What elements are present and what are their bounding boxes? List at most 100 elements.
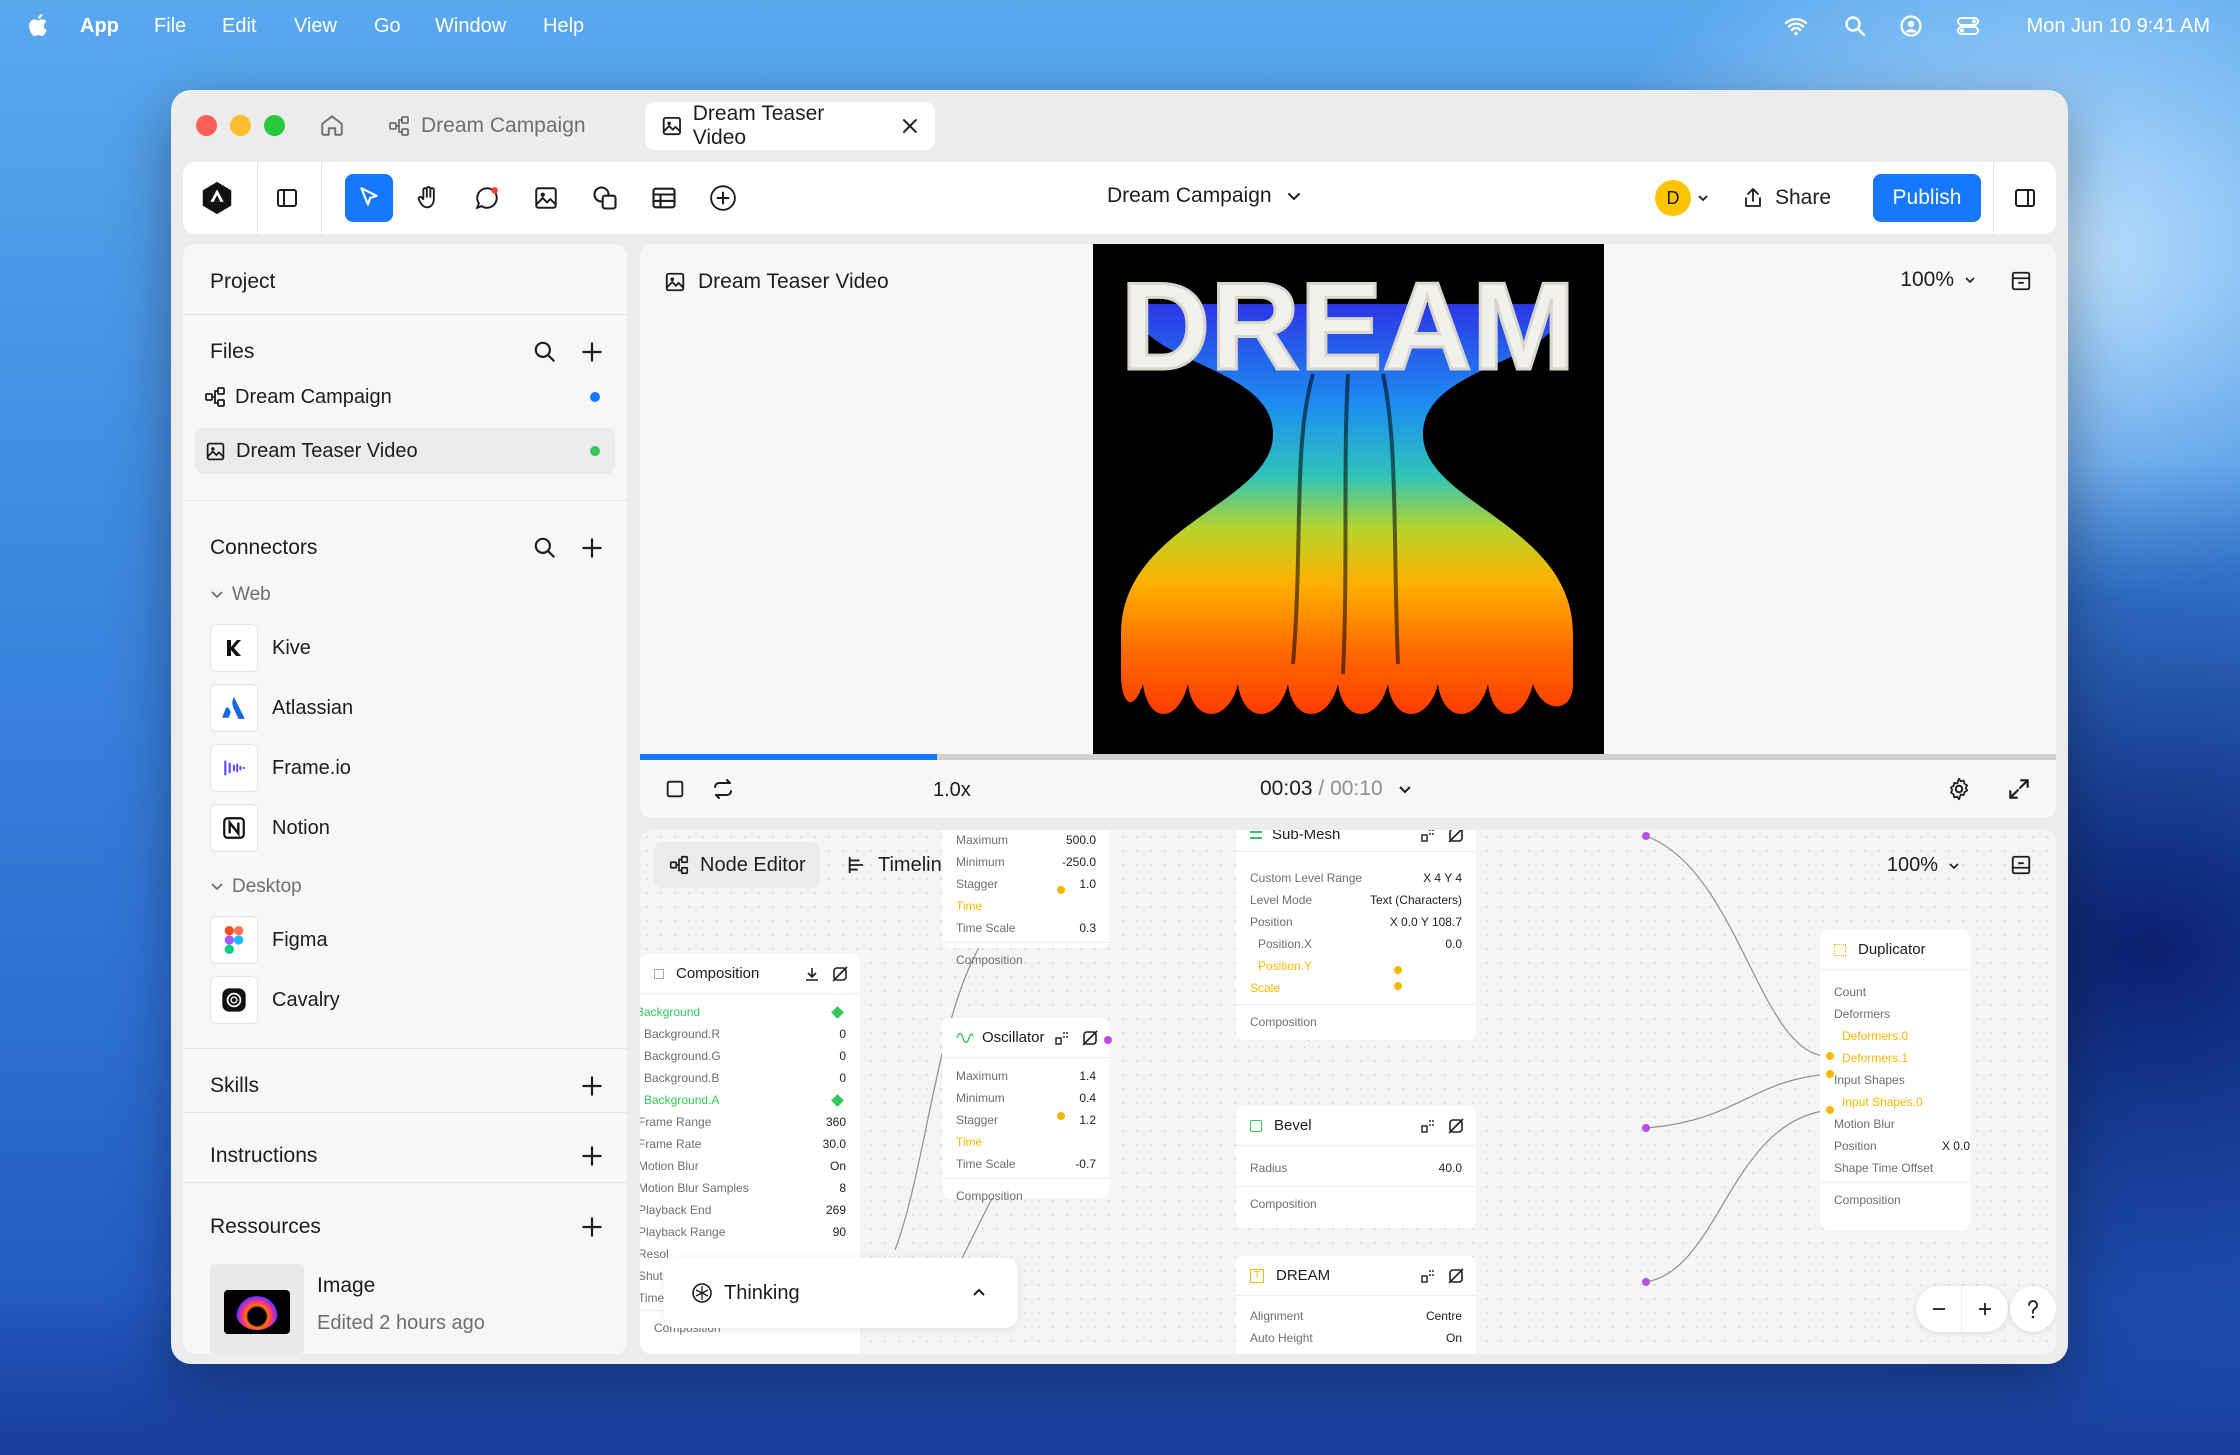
menu-help[interactable]: Help [543, 15, 584, 38]
keyframe-diamond[interactable] [831, 1093, 844, 1107]
param-value[interactable]: 360 [826, 1115, 846, 1129]
input-port[interactable] [1057, 886, 1065, 894]
stop-icon[interactable] [664, 778, 686, 800]
file-item-dream-campaign[interactable]: Dream Campaign [195, 374, 615, 420]
group-desktop[interactable]: Desktop [210, 876, 302, 898]
keyframe-diamond[interactable] [831, 1005, 844, 1019]
param-value[interactable]: 1.0 [1079, 877, 1096, 891]
panel-layout-icon[interactable] [2010, 854, 2032, 876]
param-value[interactable]: X 0.0 Y 108.7 [1390, 915, 1462, 929]
spotlight-search-icon[interactable] [1843, 14, 1867, 38]
thinking-panel[interactable]: Thinking [664, 1258, 1018, 1328]
node-oscillator[interactable]: Oscillator Maximum 1.4 Minimum 0.4 Stagger… [942, 1018, 1110, 1203]
param-value[interactable]: X 0.0 [1942, 1139, 1970, 1153]
apple-icon[interactable] [26, 12, 48, 38]
menu-view[interactable]: View [294, 15, 337, 38]
group-web[interactable]: Web [210, 584, 271, 606]
connector-kive[interactable]: Kive [210, 624, 610, 672]
node-sub-mesh[interactable]: Sub-Mesh Custom Level Range X 4 Y 4 Level… [1236, 830, 1476, 1040]
param-value[interactable]: 0 [839, 1071, 846, 1085]
node-dream-text[interactable]: T DREAM Alignment Centre Auto Height On [1236, 1256, 1476, 1354]
output-port[interactable] [1642, 1278, 1650, 1286]
add-tool-button[interactable] [699, 174, 747, 222]
tab-node-editor[interactable]: Node Editor [654, 842, 820, 888]
input-port[interactable] [1826, 1052, 1834, 1060]
tab-timeline[interactable]: Timeline [846, 842, 953, 888]
close-window-button[interactable] [196, 115, 217, 136]
user-account-icon[interactable] [1899, 14, 1923, 38]
fullscreen-icon[interactable] [2006, 776, 2032, 802]
search-icon[interactable] [532, 339, 558, 365]
shapes-tool-button[interactable] [581, 174, 629, 222]
menu-go[interactable]: Go [374, 15, 401, 38]
param-value[interactable]: Text (Characters) [1370, 893, 1462, 907]
zoom-out-button[interactable] [1916, 1286, 1962, 1332]
add-instruction-icon[interactable] [579, 1143, 605, 1169]
home-icon[interactable] [319, 112, 345, 138]
app-logo[interactable] [193, 174, 241, 222]
share-button[interactable]: Share [1741, 178, 1831, 218]
add-resource-icon[interactable] [579, 1214, 605, 1240]
loop-icon[interactable] [711, 777, 735, 801]
minimize-window-button[interactable] [230, 115, 251, 136]
input-port[interactable] [1394, 966, 1402, 974]
connector-cavalry[interactable]: Cavalry [210, 976, 610, 1024]
output-port[interactable] [1104, 1036, 1112, 1044]
download-icon[interactable] [804, 966, 820, 982]
disable-node-icon[interactable] [1448, 1268, 1464, 1284]
timecode[interactable]: 00:03 / 00:10 [1260, 777, 1413, 801]
param-value[interactable]: On [1446, 1331, 1462, 1345]
disable-node-icon[interactable] [1448, 830, 1464, 843]
node-options-icon[interactable] [1054, 1030, 1070, 1046]
project-switcher[interactable]: Dream Campaign [1107, 184, 1302, 208]
param-value[interactable]: 1.4 [1079, 1069, 1096, 1083]
param-value[interactable]: 269 [826, 1203, 846, 1217]
node-duplicator[interactable]: Duplicator Count Deformers Deformers.0 D… [1820, 930, 1970, 1230]
param-value[interactable]: 0.3 [1079, 921, 1096, 935]
gear-icon[interactable] [1946, 776, 1972, 802]
disable-node-icon[interactable] [832, 966, 848, 982]
menubar-clock[interactable]: Mon Jun 10 9:41 AM [2027, 15, 2210, 38]
comment-tool-button[interactable] [463, 174, 511, 222]
search-icon[interactable] [532, 535, 558, 561]
panel-layout-icon[interactable] [2010, 270, 2032, 292]
menu-file[interactable]: File [154, 15, 186, 38]
publish-button[interactable]: Publish [1873, 174, 1981, 222]
close-tab-icon[interactable] [901, 117, 919, 135]
menu-window[interactable]: Window [435, 15, 506, 38]
connector-atlassian[interactable]: Atlassian [210, 684, 610, 732]
param-value[interactable]: 500.0 [1066, 833, 1096, 847]
tab-dream-campaign[interactable]: Dream Campaign [371, 102, 602, 150]
hand-tool-button[interactable] [404, 174, 452, 222]
output-port[interactable] [1642, 1124, 1650, 1132]
param-value[interactable]: -0.7 [1075, 1157, 1096, 1171]
output-port[interactable] [1642, 832, 1650, 840]
select-tool-button[interactable] [345, 174, 393, 222]
viewer-zoom[interactable]: 100% [1900, 268, 1976, 292]
toggle-inspector-button[interactable] [2001, 174, 2049, 222]
input-port[interactable] [1826, 1106, 1834, 1114]
table-tool-button[interactable] [640, 174, 688, 222]
playback-speed[interactable]: 1.0x [933, 779, 971, 802]
param-value[interactable]: 0.4 [1079, 1091, 1096, 1105]
resource-item[interactable]: Image Edited 2 hours ago [210, 1264, 610, 1354]
node-options-icon[interactable] [1420, 1118, 1436, 1134]
add-skill-icon[interactable] [579, 1073, 605, 1099]
input-port[interactable] [1826, 1070, 1834, 1078]
disable-node-icon[interactable] [1082, 1030, 1098, 1046]
input-port[interactable] [1394, 982, 1402, 990]
node-options-icon[interactable] [1420, 830, 1436, 843]
param-value[interactable]: -250.0 [1062, 855, 1096, 869]
param-value[interactable]: 40.0 [1439, 1161, 1462, 1175]
chevron-down-icon[interactable] [1697, 192, 1709, 204]
zoom-in-button[interactable] [1962, 1286, 2008, 1332]
video-frame[interactable]: DREAM [1093, 244, 1604, 754]
param-value[interactable]: Centre [1426, 1309, 1462, 1323]
tab-dream-teaser-video[interactable]: Dream Teaser Video [645, 102, 935, 150]
file-item-dream-teaser-video[interactable]: Dream Teaser Video [195, 428, 615, 474]
image-tool-button[interactable] [522, 174, 570, 222]
connector-notion[interactable]: Notion [210, 804, 610, 852]
menu-app[interactable]: App [80, 15, 119, 38]
param-value[interactable]: 0 [839, 1027, 846, 1041]
param-value[interactable]: 30.0 [823, 1137, 846, 1151]
